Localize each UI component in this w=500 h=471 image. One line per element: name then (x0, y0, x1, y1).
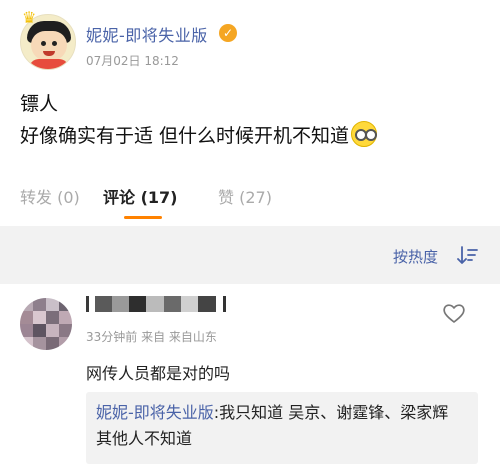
tab-comments[interactable]: 评论 (17) (103, 184, 177, 208)
comment-meta: 33分钟前 来自 来自山东 (86, 330, 217, 344)
post-body: 镖人 好像确实有于适 但什么时候开机不知道 (20, 88, 480, 152)
crown-icon: ♛ (22, 8, 37, 27)
post-line-with-emoji: 好像确实有于适 但什么时候开机不知道 (20, 120, 480, 152)
avatar-face (31, 31, 67, 61)
active-tab-indicator (124, 216, 162, 219)
comment-item: 33分钟前 来自 来自山东 网传人员都是对的吗 妮妮-即将失业版:我只知道 吴京… (0, 284, 500, 471)
nerd-face-icon (351, 121, 378, 147)
comment-text: 网传人员都是对的吗 (86, 364, 231, 383)
commenter-name-pixelated[interactable] (86, 296, 226, 312)
avatar-eye (41, 41, 46, 46)
avatar-shirt (29, 59, 69, 69)
sort-descending-icon[interactable] (456, 244, 478, 266)
tab-reposts[interactable]: 转发 (0) (20, 184, 80, 208)
post-timestamp: 07月02日 18:12 (86, 54, 179, 68)
post-line: 好像确实有于适 但什么时候开机不知道 (20, 125, 350, 147)
tab-bar: 转发 (0) 评论 (17) 赞 (27) (0, 170, 500, 226)
reply-author-link[interactable]: 妮妮-即将失业版 (96, 403, 214, 422)
avatar-eye (52, 41, 57, 46)
reply-preview[interactable]: 妮妮-即将失业版:我只知道 吴京、谢霆锋、梁家辉 其他人不知道 (86, 392, 478, 464)
post-username[interactable]: 妮妮-即将失业版 (86, 22, 208, 46)
verified-badge-icon: ✓ (219, 24, 237, 42)
commenter-avatar[interactable] (20, 298, 72, 350)
post-header: ♛ 妮妮-即将失业版 ✓ 07月02日 18:12 (0, 0, 500, 82)
tab-likes[interactable]: 赞 (27) (218, 184, 272, 208)
sort-bar: 按热度 (0, 226, 500, 284)
heart-outline-icon[interactable] (442, 302, 466, 324)
sort-by-hot-button[interactable]: 按热度 (393, 246, 438, 267)
post-line: 镖人 (20, 93, 59, 115)
